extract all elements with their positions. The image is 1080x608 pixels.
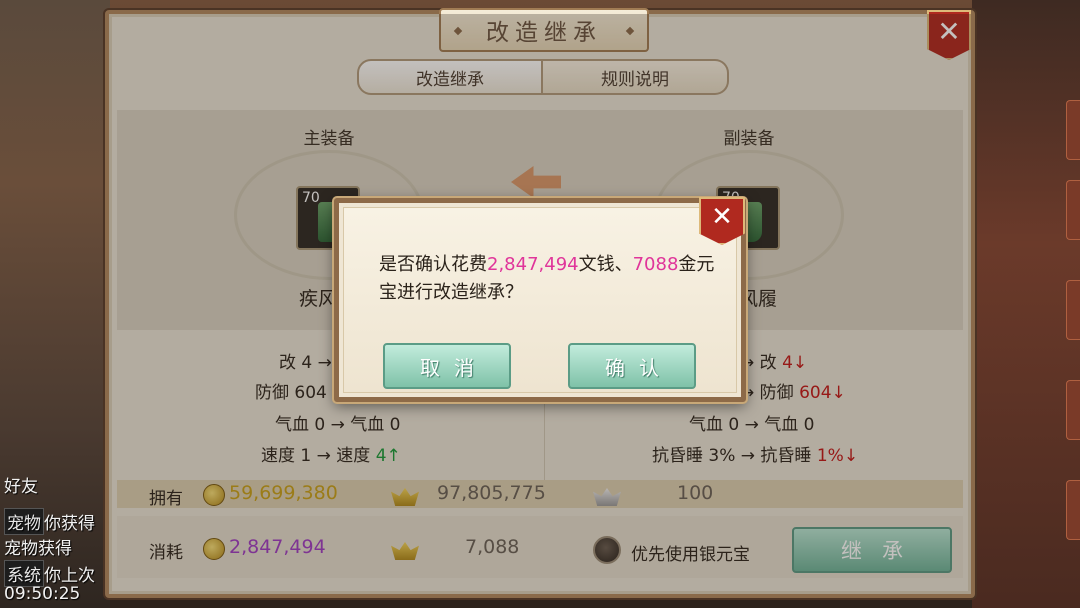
side-tab[interactable] xyxy=(1066,380,1080,440)
confirm-message: 是否确认花费2,847,494文钱、7088金元宝进行改造继承？ xyxy=(379,254,715,303)
cancel-button[interactable]: 取消 xyxy=(383,343,511,389)
chat-line[interactable]: 宠物获得 xyxy=(4,534,72,559)
chat-line[interactable]: 系统 你上次 xyxy=(4,560,95,587)
side-tab[interactable] xyxy=(1066,480,1080,540)
cost-gold-highlight: 7088 xyxy=(632,254,679,275)
cost-coins-highlight: 2,847,494 xyxy=(487,254,579,275)
side-tab[interactable] xyxy=(1066,280,1080,340)
confirm-dialog: 是否确认花费2,847,494文钱、7088金元宝进行改造继承？ ✕ 取消 确认 xyxy=(334,197,746,402)
chat-line[interactable]: 宠物 你获得 xyxy=(4,508,95,535)
background-right-scene xyxy=(972,0,1080,608)
chat-line[interactable]: 好友 xyxy=(4,472,38,497)
side-tab[interactable] xyxy=(1066,100,1080,160)
side-tab[interactable] xyxy=(1066,180,1080,240)
chat-timestamp: 09:50:25 xyxy=(4,584,81,604)
confirm-button[interactable]: 确认 xyxy=(568,343,696,389)
